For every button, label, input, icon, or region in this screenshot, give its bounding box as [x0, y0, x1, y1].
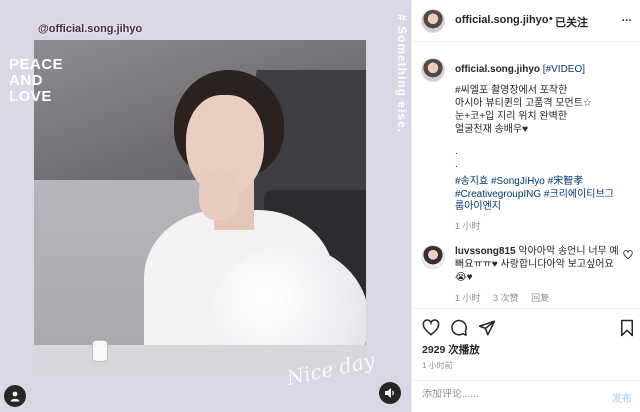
comment-text: luvssong815 악아아악 송언니 너무 예뻐요ㅠㅠ♥ 사랑합니다아악 보… — [455, 245, 625, 284]
speaker-icon — [385, 388, 394, 398]
save-button[interactable] — [617, 318, 637, 338]
figure-hand — [199, 170, 239, 220]
post-header: official.song.jihyo • 已关注 ... — [412, 0, 640, 42]
caption-timestamp: 1 小时 — [455, 221, 481, 231]
comment-composer: 发布 — [412, 380, 640, 412]
comment-like-button[interactable] — [623, 250, 633, 262]
comment-timestamp: 1 小时 — [455, 293, 481, 303]
bookmark-icon — [621, 319, 633, 337]
separator-dot: • — [549, 13, 553, 25]
comment-icon — [451, 319, 467, 336]
caption-line: #씨엘포 촬영장에서 포착한 — [455, 85, 568, 96]
avatar[interactable] — [421, 245, 445, 269]
caption-line: 아시아 뷰티퀸의 고품격 모먼트☆ — [455, 98, 592, 109]
comment-button[interactable] — [449, 318, 469, 338]
video-watermark: @official.song.jihyo — [38, 23, 143, 35]
user-icon — [10, 391, 20, 402]
heart-icon — [422, 319, 440, 336]
avatar[interactable] — [421, 9, 445, 33]
hashtag-line[interactable]: #CreativegroupING #크리에이티브그 — [455, 189, 635, 202]
like-button[interactable] — [421, 318, 441, 338]
video-hashtag[interactable]: [#VIDEO] — [543, 64, 585, 75]
hashtag-line[interactable]: #송지효 #SongJiHyo #宋智孝 — [455, 176, 635, 189]
caption-hashtags: #송지효 #SongJiHyo #宋智孝 #CreativegroupING #… — [455, 176, 635, 214]
more-options-icon[interactable]: ... — [621, 8, 632, 26]
caption-line: 눈+코+입 지리 위치 완벽한 — [455, 111, 568, 122]
comment-meta: 1 小时 3 次赞 回复 — [455, 291, 559, 304]
post-video[interactable] — [34, 40, 366, 374]
send-icon — [478, 320, 496, 336]
header-username[interactable]: official.song.jihyo — [455, 14, 549, 26]
caption-header: official.song.jihyo [#VIDEO] — [455, 63, 635, 76]
reply-button[interactable]: 回复 — [531, 293, 549, 303]
overlay-line: LOVE — [9, 88, 52, 105]
caption-username[interactable]: official.song.jihyo — [455, 64, 540, 75]
post-timestamp: 1 小时前 — [422, 361, 453, 370]
tagged-user-button[interactable] — [4, 385, 26, 407]
comment-username[interactable]: luvssong815 — [455, 246, 516, 257]
comment-input[interactable] — [422, 389, 572, 400]
bottle — [92, 340, 108, 362]
overlay-line: PEACE — [9, 56, 64, 73]
caption-line: 얼굴천재 송배우♥ — [455, 124, 529, 135]
heart-icon — [623, 250, 633, 260]
mute-button[interactable] — [379, 382, 401, 404]
post-sidebar: official.song.jihyo • 已关注 ... official.s… — [411, 0, 640, 412]
action-bar — [412, 318, 640, 340]
media-panel[interactable]: @official.song.jihyo PEACE AND LOVE # So… — [0, 0, 411, 412]
comment-likes[interactable]: 3 次赞 — [493, 293, 519, 303]
overlay-line: AND — [9, 72, 43, 89]
caption-line: . — [455, 159, 458, 170]
following-button[interactable]: 已关注 — [555, 14, 588, 30]
share-button[interactable] — [477, 318, 497, 338]
post-button[interactable]: 发布 — [612, 390, 632, 405]
overlay-text: PEACE AND LOVE — [9, 57, 63, 105]
hashtag-line[interactable]: 룹아이엔지 — [455, 201, 635, 214]
vertical-overlay-text: # Something else. — [395, 14, 409, 134]
divider — [412, 308, 640, 309]
view-count[interactable]: 2929 次播放 — [422, 342, 480, 357]
caption-line: . — [455, 146, 458, 157]
avatar[interactable] — [421, 58, 445, 82]
